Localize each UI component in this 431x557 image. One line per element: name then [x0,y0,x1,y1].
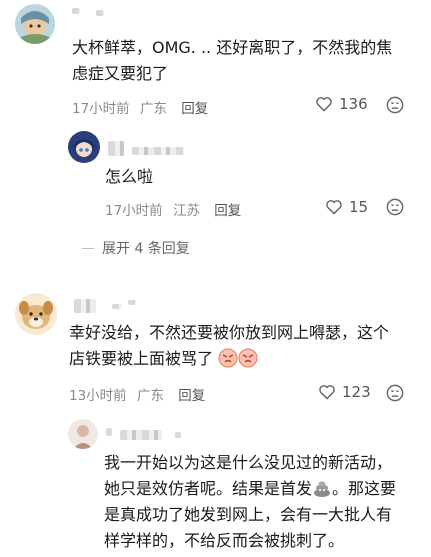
username-blurred[interactable] [108,141,124,156]
username-blurred[interactable] [120,430,162,440]
reply-meta: 17小时前 江苏 回复 [105,199,247,219]
like-count: 136 [339,95,368,113]
heart-icon [319,385,335,400]
dislike-face-icon[interactable] [386,198,404,216]
comment-text: 大杯鲜萃，OMG. .. 还好离职了，不然我的焦 虑症又要犯了 [72,38,393,83]
comment-meta: 17小时前 广东 回复 [72,97,214,117]
comment-location: 广东 [136,388,164,404]
angry-face-emoji-icon [218,348,258,368]
reply-text-line: 是真成功了她发到网上，会有一大批人有 [104,505,393,524]
expand-replies-button[interactable]: 展开 4 条回复 [82,238,190,258]
divider [82,247,94,249]
reply-text-line: 样学样的，不给反而会被挑刺了。 [104,531,345,550]
username-blurred[interactable] [132,147,184,155]
username-blurred[interactable] [128,300,136,305]
reply-button[interactable]: 回复 [214,203,241,219]
reply-text-line: 我一开始以为这是什么没见过的新活动， [104,453,393,472]
reply-location: 江苏 [172,203,200,219]
like-count: 123 [342,383,371,401]
reply-button[interactable]: 回复 [178,388,205,404]
like-button[interactable]: 136 [315,95,368,113]
avatar[interactable] [15,293,57,335]
dislike-face-icon[interactable] [386,384,404,402]
username-blurred[interactable] [72,8,80,14]
comment-location: 广东 [139,101,167,117]
expand-replies-label: 展开 4 条回复 [102,241,190,257]
user-avatar-icon [68,419,98,449]
avatar[interactable] [15,4,55,44]
comment-time: 13小时前 [69,388,127,404]
like-button[interactable]: 15 [325,198,368,216]
reply-text-line: 她只是效仿者呢。结果是首发 。那这要 [104,476,396,502]
dislike-face-icon[interactable] [386,96,404,114]
username-blurred[interactable] [112,304,122,309]
reply-text-line2-tail: 。那这要 [332,479,397,498]
reply-text: 怎么啦 [105,167,154,186]
reply-time: 17小时前 [105,203,163,219]
reply-text-line2: 她只是效仿者呢。结果是首发 [104,479,313,498]
comment-text-line: 幸好没给，不然还要被你放到网上嘚瑟，这个 [69,323,390,342]
comment-text-line2: 店铁要被上面被骂了 [69,349,214,368]
username-blurred[interactable] [106,428,112,436]
comment-time: 17小时前 [72,101,130,117]
avatar[interactable] [68,419,98,449]
username-blurred[interactable] [175,432,181,438]
comment-meta: 13小时前 广东 回复 [69,384,211,404]
comment-text-line: 店铁要被上面被骂了 [69,346,258,372]
heart-icon [326,200,342,215]
cartoon-avatar-icon [15,4,55,44]
like-button[interactable]: 123 [318,383,371,401]
heart-icon [316,97,332,112]
username-blurred[interactable] [74,299,96,313]
username-blurred[interactable] [96,10,104,16]
avatar[interactable] [68,131,100,163]
anime-avatar-icon [68,131,100,163]
poop-emoji-icon [314,481,331,497]
dog-avatar-icon [15,293,57,335]
like-count: 15 [349,198,369,216]
reply-button[interactable]: 回复 [181,101,208,117]
